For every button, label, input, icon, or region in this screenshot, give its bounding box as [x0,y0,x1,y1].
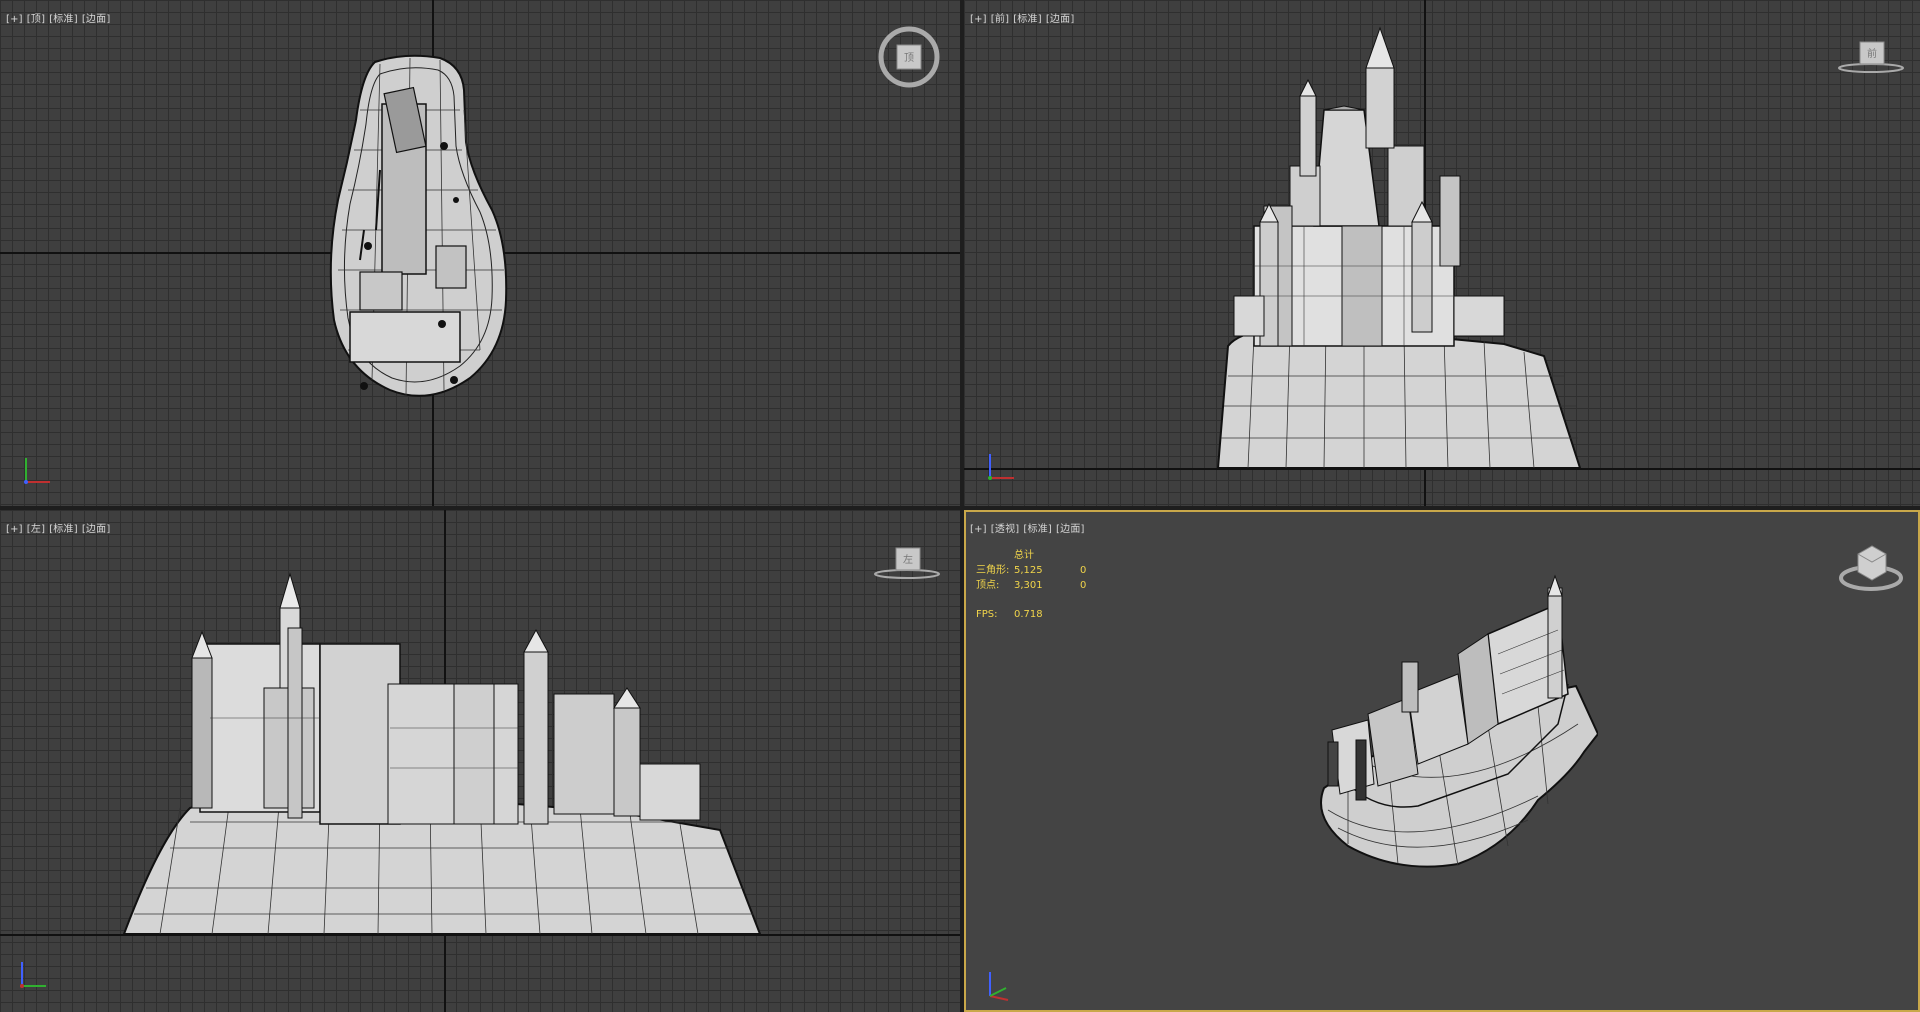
viewport-menu-plus[interactable]: [+] [970,14,987,25]
castle-model-perspective[interactable] [1308,574,1598,880]
viewport-label-top[interactable]: [+] [顶] [标准] [边面] [6,10,114,25]
stats-row-vertices: 顶点: 3,301 0 [976,578,1110,593]
viewcube-icon[interactable]: 顶 [876,24,942,90]
viewport-left[interactable]: [+] [左] [标准] [边面] 左 [0,510,960,1012]
stats-vertices-selected: 0 [1080,580,1087,591]
viewport-pov-label[interactable]: [顶] [27,14,45,25]
viewport-top[interactable]: [+] [顶] [标准] [边面] 顶 [0,0,960,506]
stats-vertices-label: 顶点: [976,580,1000,591]
viewport-shading-label[interactable]: [标准] [49,524,78,535]
viewcube-face-label: 左 [903,553,913,566]
stats-triangles-label: 三角形: [976,565,1010,576]
viewcube-icon[interactable]: 左 [872,542,942,582]
viewport-pov-label[interactable]: [透视] [991,524,1020,535]
viewport-shading-label[interactable]: [标准] [1023,524,1052,535]
viewport-shading-label[interactable]: [标准] [1013,14,1042,25]
viewport-display-label[interactable]: [边面] [82,14,111,25]
viewport-menu-plus[interactable]: [+] [970,524,987,535]
viewcube-icon[interactable]: 前 [1836,36,1906,76]
viewport-display-label[interactable]: [边面] [82,524,111,535]
viewcube-face-label: 前 [1867,47,1877,60]
stats-fps-value: 0.718 [1014,609,1043,620]
viewport-front[interactable]: [+] [前] [标准] [边面] 前 [964,0,1920,506]
viewport-label-left[interactable]: [+] [左] [标准] [边面] [6,520,114,535]
axis-gizmo-icon [20,962,46,988]
viewport-pov-label[interactable]: [左] [27,524,45,535]
viewport-menu-plus[interactable]: [+] [6,524,23,535]
viewport-shading-label[interactable]: [标准] [49,14,78,25]
stats-fps-label: FPS: [976,609,998,620]
viewport-label-front[interactable]: [+] [前] [标准] [边面] [970,10,1078,25]
viewcube-icon[interactable] [1836,538,1906,594]
viewport-display-label[interactable]: [边面] [1046,14,1075,25]
viewport-label-perspective[interactable]: [+] [透视] [标准] [边面] [970,520,1089,535]
castle-model-front[interactable] [1204,26,1594,472]
statistics-overlay: 总计 三角形: 5,125 0 顶点: 3,301 0 FPS: 0.718 [976,548,1110,622]
stats-triangles-selected: 0 [1080,565,1087,576]
viewport-perspective[interactable]: [+] [透视] [标准] [边面] 总计 三角形: 5,125 0 顶点: 3,30… [964,510,1920,1012]
axis-gizmo-icon [989,972,1009,1001]
stats-row-triangles: 三角形: 5,125 0 [976,563,1110,578]
axis-gizmo-icon [988,454,1014,480]
castle-model-left[interactable] [120,568,770,940]
stats-header: 总计 [1014,550,1034,561]
castle-model-top[interactable] [320,50,550,450]
3ds-max-viewport-layout: [+] [顶] [标准] [边面] 顶 [+] [前] [标准] [边面] 前 … [0,0,1920,1012]
viewport-pov-label[interactable]: [前] [991,14,1009,25]
viewcube-face-label: 顶 [904,52,914,64]
viewport-display-label[interactable]: [边面] [1056,524,1085,535]
stats-triangles-value: 5,125 [1014,565,1043,576]
axis-gizmo-icon [24,458,50,484]
viewport-menu-plus[interactable]: [+] [6,14,23,25]
stats-vertices-value: 3,301 [1014,580,1043,591]
stats-row-fps: FPS: 0.718 [976,607,1110,622]
